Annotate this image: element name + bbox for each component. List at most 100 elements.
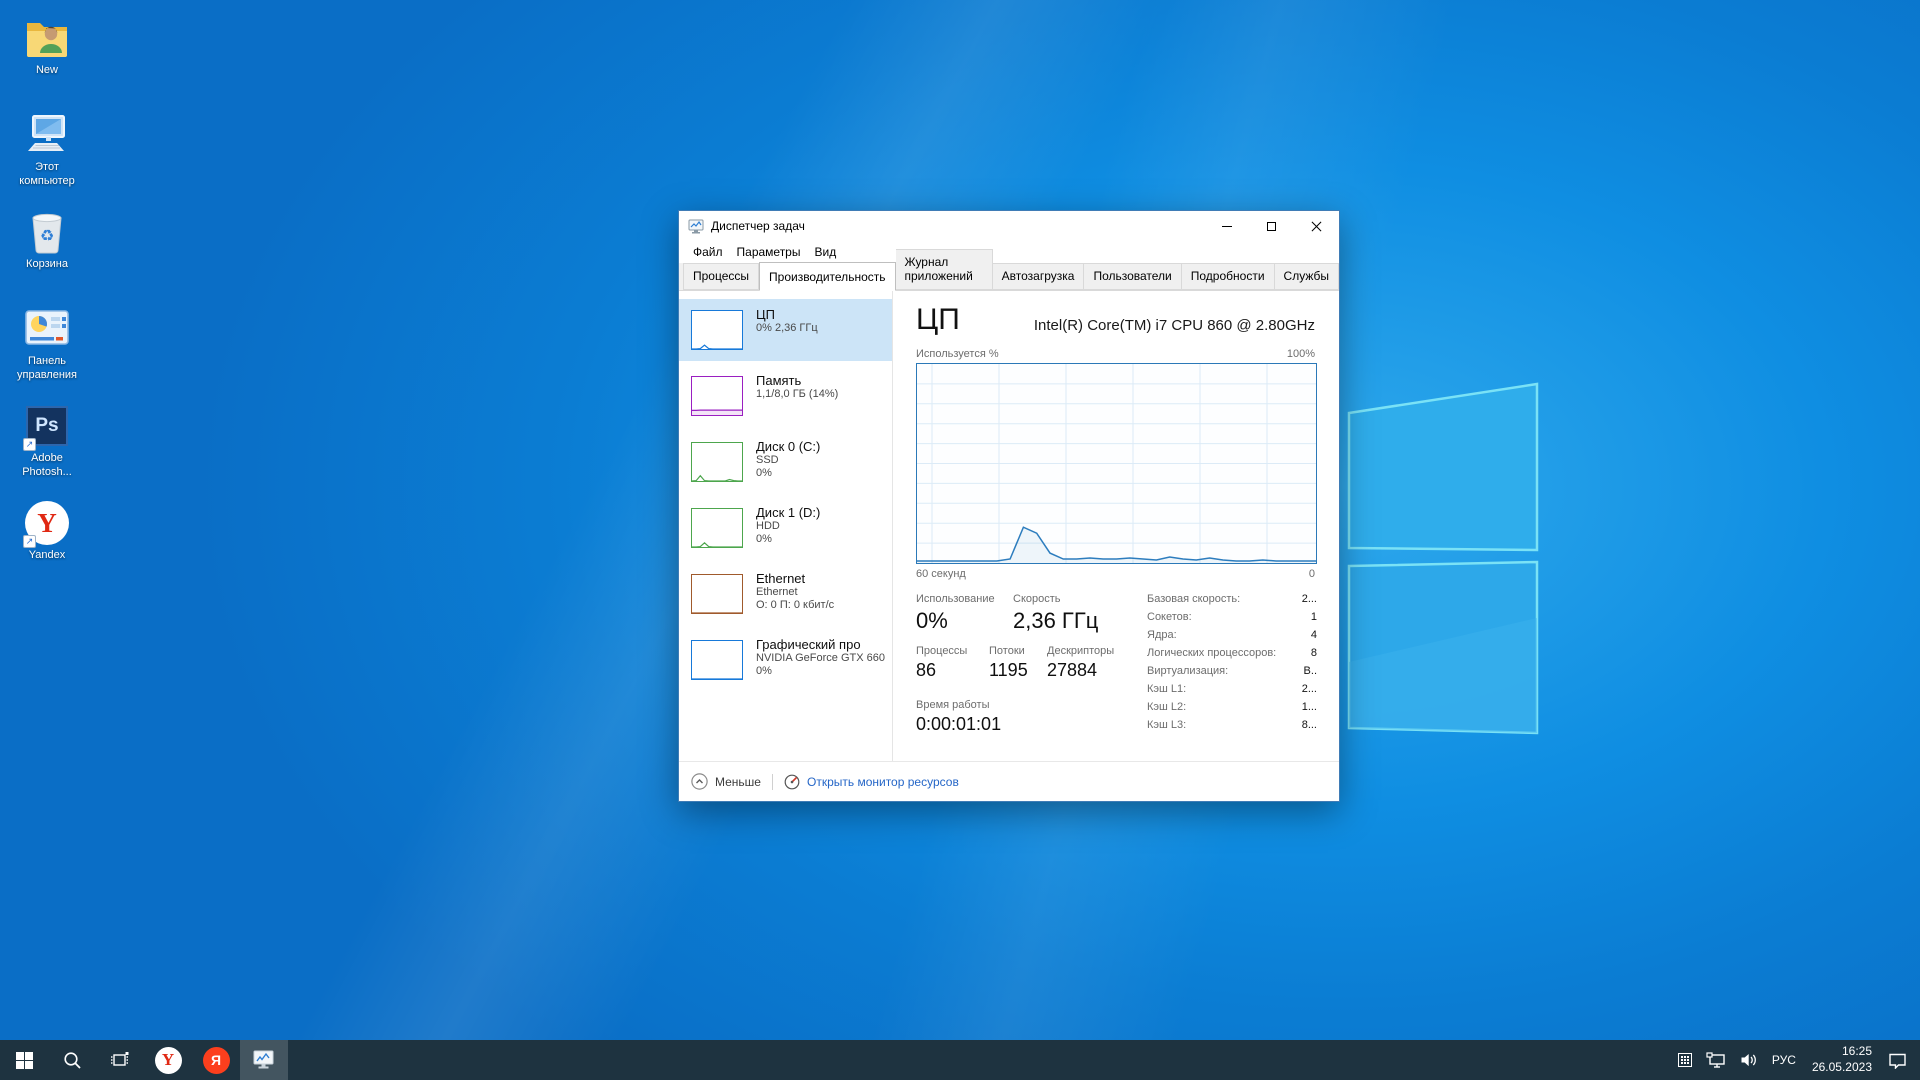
desktop-icon-user-folder[interactable]: New [4,10,90,107]
maximize-icon [1267,221,1276,231]
menu-view[interactable]: Вид [807,242,843,262]
menu-file[interactable]: Файл [686,242,730,262]
cpu-spec-row-0: Базовая скорость: 2... [1147,593,1317,611]
ethernet-network-icon [1706,1051,1725,1068]
cpu-spec-row-5: Кэш L1: 2... [1147,683,1317,701]
spec-label: Кэш L1: [1147,683,1187,695]
sidebar-item-5[interactable]: Графический про NVIDIA GeForce GTX 660 0% [679,629,892,691]
titlebar[interactable]: Диспетчер задач [679,211,1339,241]
stat-secondary-value: 1195 [989,660,1028,680]
spec-value: 2... [1301,593,1317,605]
cpu-spec-row-4: Виртуализация: В.. [1147,665,1317,683]
sidebar-item-text: Диск 1 (D:) HDD 0% [756,505,821,546]
tab-6[interactable]: Службы [1274,263,1339,290]
desktop-icon-this-pc[interactable]: Этот компьютер [4,107,90,204]
stats-row-secondary: Процессы 86 Потоки 1195 Дескрипторы 27884 [916,645,1114,681]
control-panel-icon [22,305,72,353]
tab-4[interactable]: Пользователи [1084,263,1182,290]
maximize-button[interactable] [1249,211,1294,241]
desktop-icon-recycle-bin[interactable]: ♻ Корзина [4,204,90,301]
sidebar-item-2[interactable]: Диск 0 (C:) SSD 0% [679,431,892,493]
task-manager-app-icon [688,219,704,233]
uptime-block: Время работы 0:00:01:01 [916,699,1001,735]
spec-label: Ядра: [1147,629,1177,641]
task-view-button[interactable] [96,1040,144,1080]
sidebar-thumbnail [691,574,743,614]
sidebar-item-4[interactable]: Ethernet Ethernet О: 0 П: 0 кбит/с [679,563,892,625]
yandex-browser-button[interactable]: Y [144,1040,192,1080]
language-indicator[interactable]: РУС [1765,1040,1803,1080]
fewer-details-label: Меньше [715,774,761,789]
tab-1[interactable]: Производительность [759,262,896,291]
open-resource-monitor-link[interactable]: Открыть монитор ресурсов [807,775,959,789]
volume-button[interactable] [1733,1040,1765,1080]
svg-text:♻: ♻ [40,228,54,245]
desktop-icon-label: Yandex [28,549,66,561]
speaker-icon [1741,1054,1756,1067]
windows-logo-icon [15,1051,33,1069]
minimize-button[interactable] [1204,211,1249,241]
tab-0[interactable]: Процессы [683,263,760,290]
start-button[interactable] [0,1040,48,1080]
this-pc-icon [22,111,72,159]
clock[interactable]: 16:25 26.05.2023 [1803,1044,1881,1075]
spec-label: Базовая скорость: [1147,593,1241,605]
desktop-icon-yandex[interactable]: Y ↗ Yandex [4,495,90,592]
action-center-button[interactable] [1881,1040,1914,1080]
desktop-icon-control-panel[interactable]: Панель управления [4,301,90,398]
sidebar-mini-graph [691,474,742,482]
cpu-usage-graph[interactable] [916,363,1317,564]
tab-3[interactable]: Автозагрузка [992,263,1085,290]
cpu-spec-row-2: Ядра: 4 [1147,629,1317,647]
fewer-details-button[interactable]: Меньше [691,773,761,790]
action-center-icon [1889,1053,1906,1069]
sidebar-mini-graph [692,678,742,680]
uptime-label: Время работы [916,699,990,711]
sidebar-item-text: Диск 0 (C:) SSD 0% [756,439,821,480]
user-folder-icon [22,14,72,62]
taskbar: Y Я РУС 16:25 26.05.2023 [0,1040,1920,1080]
desktop-icon-photoshop[interactable]: Ps ↗ Adobe Photosh... [4,398,90,495]
yandex-app-button[interactable]: Я [192,1040,240,1080]
sidebar-item-0[interactable]: ЦП 0% 2,36 ГГц [679,299,892,361]
hidden-icons-button[interactable] [1671,1040,1699,1080]
desktop-icons: New Этот компьютер ♻ Корзина Панель управле… [4,10,90,592]
close-icon [1311,221,1322,232]
cpu-spec-list: Базовая скорость: 2... Сокетов: 1 Ядра: 4 Логи… [1147,593,1317,737]
yandex-icon: Y ↗ [22,499,72,548]
stat-primary-label: Использование [916,593,995,605]
network-status-button[interactable] [1699,1040,1733,1080]
window-footer: Меньше Открыть монитор ресурсов [679,761,1339,801]
graph-time-label: 60 секунд [916,568,966,580]
stat-secondary-value: 86 [916,660,937,680]
sidebar-thumbnail [691,640,743,680]
tab-2[interactable]: Журнал приложений [895,249,993,290]
search-button[interactable] [48,1040,96,1080]
spec-value: В.. [1303,665,1317,677]
shortcut-arrow-badge: ↗ [23,535,36,548]
window-title: Диспетчер задач [711,219,805,233]
resource-monitor-icon [784,774,800,789]
sidebar-mini-graph [692,409,742,415]
hidden-icons-grid-icon [1677,1053,1692,1067]
chevron-up-circle-icon [691,773,708,790]
task-manager-taskbar-button[interactable] [240,1040,288,1080]
recycle-bin-icon: ♻ [22,208,72,256]
menu-bar: Файл Параметры Вид [679,241,1339,263]
yandex-app-icon: Я [202,1046,230,1074]
sidebar-item-1[interactable]: Память 1,1/8,0 ГБ (14%) [679,365,892,427]
menu-options[interactable]: Параметры [730,242,808,262]
search-icon [63,1051,81,1069]
sidebar-item-3[interactable]: Диск 1 (D:) HDD 0% [679,497,892,559]
sidebar-thumbnail [691,508,743,548]
sidebar-thumbnail [691,310,743,350]
stat-secondary-2: Дескрипторы 27884 [1047,645,1114,681]
sidebar-item-text: ЦП 0% 2,36 ГГц [756,307,818,334]
cpu-model: Intel(R) Core(TM) i7 CPU 860 @ 2.80GHz [1033,317,1315,334]
desktop-icon-label: Этот компьютер [19,161,75,187]
close-button[interactable] [1294,211,1339,241]
tab-5[interactable]: Подробности [1181,263,1275,290]
sidebar-item-text: Графический про NVIDIA GeForce GTX 660 0% [756,637,885,678]
spec-label: Сокетов: [1147,611,1192,623]
spec-label: Кэш L2: [1147,701,1187,713]
